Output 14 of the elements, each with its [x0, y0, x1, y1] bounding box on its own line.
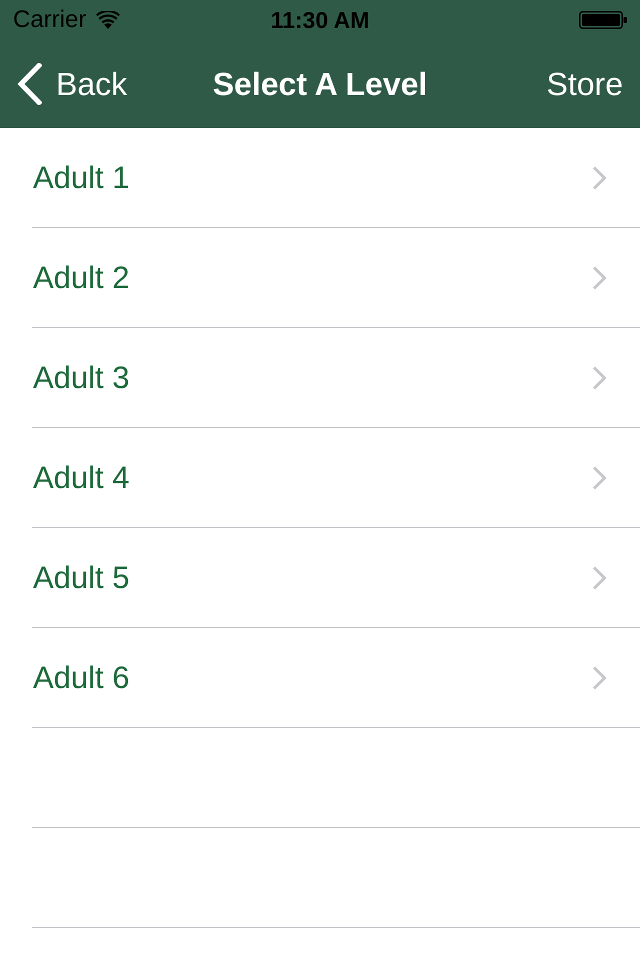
screen-title: Select A Level — [212, 66, 428, 102]
carrier-name: Carrier — [13, 6, 86, 34]
chevron-right-icon — [592, 266, 607, 290]
store-button[interactable]: Store — [546, 66, 623, 102]
battery-icon — [579, 11, 627, 29]
chevron-right-icon — [592, 466, 607, 490]
chevron-right-icon — [592, 566, 607, 590]
back-button[interactable]: Back — [17, 63, 128, 105]
chevron-right-icon — [592, 166, 607, 190]
chevron-right-icon — [592, 366, 607, 390]
chevron-right-icon — [592, 666, 607, 690]
chevron-left-icon — [17, 63, 42, 105]
status-time: 11:30 AM — [270, 6, 370, 34]
wifi-icon — [96, 11, 120, 29]
